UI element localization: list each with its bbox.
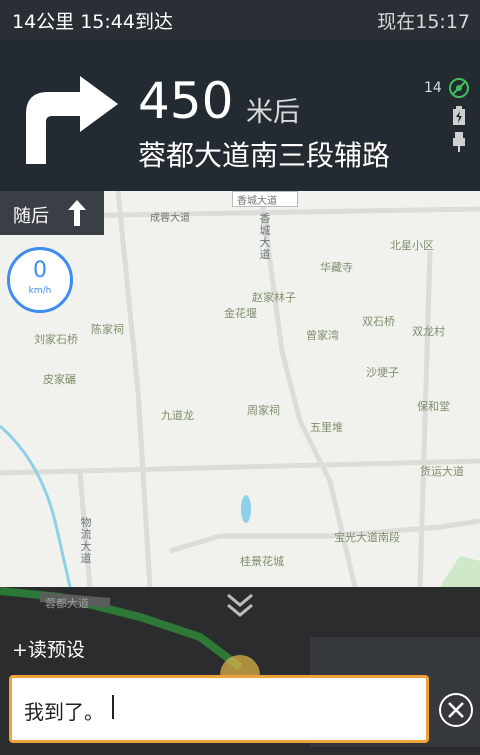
poi-label: 陈家祠 <box>91 323 124 336</box>
road-label: 物流大道 <box>80 516 92 565</box>
current-time: 现在15:17 <box>377 11 470 33</box>
up-arrow-icon <box>68 200 86 226</box>
message-input-value: 我到了。 <box>24 700 104 724</box>
poi-label: 沙埂子 <box>366 366 399 379</box>
poi-label: 双龙村 <box>412 325 445 338</box>
road-label: 货运大道 <box>420 465 464 478</box>
map-view[interactable]: 成蓉大道 香城大道 香城大道 北星小区 华藏寺 赵家林子 金花堰 双石桥 双龙村… <box>0 191 480 587</box>
poi-label: 金花堰 <box>224 307 257 320</box>
message-panel: 蓉都大道 +读预设 我到了。 <box>0 587 480 755</box>
turn-right-arrow-icon <box>26 76 118 164</box>
double-chevron-down-icon[interactable] <box>226 593 254 619</box>
poi-label: 九道龙 <box>161 409 194 422</box>
poi-label: 周家祠 <box>247 404 280 417</box>
distance-unit: 米后 <box>246 97 300 128</box>
nav-instruction-panel: 450 米后 蓉都大道南三段辅路 14 <box>0 40 480 191</box>
road-name: 蓉都大道南三段辅路 <box>138 139 391 172</box>
trip-summary: 14公里 15:44到达 <box>12 11 173 33</box>
clear-icon <box>448 702 464 718</box>
message-input[interactable]: 我到了。 <box>9 675 429 743</box>
then-instruction: 随后 <box>0 191 104 235</box>
speed-unit: km/h <box>28 286 52 296</box>
poi-label: 双石桥 <box>362 315 395 328</box>
poi-label: 曾家湾 <box>306 329 339 342</box>
status-bar: 14公里 15:44到达 现在15:17 <box>0 0 480 40</box>
road-label: 蓉都大道 <box>45 596 89 610</box>
poi-label: 皮家碾 <box>43 373 76 386</box>
road-sign: 香城大道 <box>232 191 298 207</box>
gps-satellite-count: 14 <box>424 80 442 96</box>
clear-button[interactable] <box>439 693 473 727</box>
road-label: 成蓉大道 <box>150 213 190 224</box>
poi-label: 刘家石桥 <box>34 333 78 346</box>
usb-icon <box>453 132 465 152</box>
distance-value: 450 <box>138 72 234 130</box>
poi-label: 华藏寺 <box>320 261 353 274</box>
road-label: 香城大道 <box>237 196 277 207</box>
read-preset-button[interactable]: +读预设 <box>12 635 85 662</box>
text-caret <box>112 695 114 719</box>
poi-label: 北星小区 <box>390 239 434 252</box>
speed-value: 0 <box>33 258 47 283</box>
road-label: 香城大道 <box>259 212 271 261</box>
speedometer: 0 km/h <box>7 247 73 313</box>
poi-label: 赵家林子 <box>252 291 296 304</box>
battery-charging-icon <box>453 106 465 125</box>
poi-label: 桂景花城 <box>240 555 284 568</box>
then-label: 随后 <box>13 206 49 227</box>
poi-label: 保和堂 <box>417 400 450 413</box>
poi-label: 五里堆 <box>310 421 343 434</box>
gps-signal-icon <box>449 78 469 98</box>
road-label: 宝光大道南段 <box>334 531 400 544</box>
